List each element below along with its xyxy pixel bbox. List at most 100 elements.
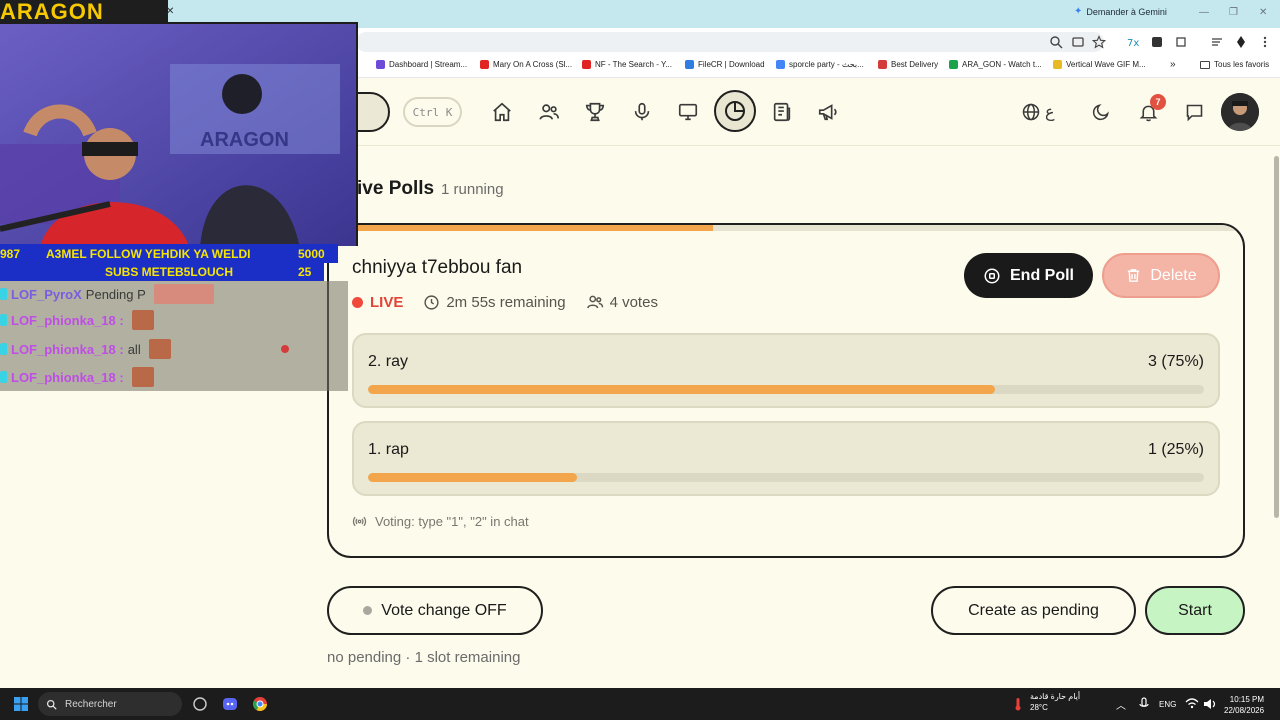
users-icon[interactable] bbox=[535, 98, 563, 126]
polls-icon[interactable] bbox=[714, 90, 756, 132]
all-bookmarks-label: Tous les favoris bbox=[1214, 60, 1270, 69]
moon-icon[interactable] bbox=[1087, 98, 1115, 126]
windows-start-icon[interactable] bbox=[13, 696, 29, 712]
chat-message: LOF_phionka_18 : bbox=[0, 307, 348, 333]
chevron-up-icon[interactable]: ︿ bbox=[1116, 697, 1132, 713]
url-field[interactable] bbox=[356, 32, 1104, 52]
chat-overlap-text: all bbox=[127, 341, 141, 357]
delete-button[interactable]: Delete bbox=[1102, 253, 1220, 298]
poll-time-progress-fill bbox=[329, 225, 713, 231]
taskbar-clock[interactable]: 10:15 PM 22/08/2026 bbox=[1224, 694, 1264, 716]
bookmark-item[interactable]: sporcle party - بحث... bbox=[776, 60, 864, 69]
bookmark-item[interactable]: FileCR | Download bbox=[685, 60, 765, 69]
monitor-icon[interactable] bbox=[674, 98, 702, 126]
microphone-icon[interactable] bbox=[628, 98, 656, 126]
thermometer-icon bbox=[1015, 698, 1021, 711]
voting-hint-text: Voting: type "1", "2" in chat bbox=[375, 514, 529, 529]
install-app-icon[interactable] bbox=[1071, 35, 1085, 49]
bookmark-favicon bbox=[582, 60, 591, 69]
news-icon[interactable] bbox=[768, 98, 796, 126]
trash-icon bbox=[1128, 269, 1140, 282]
voting-hint: Voting: type "1", "2" in chat bbox=[352, 514, 529, 529]
webcam-logo-text: ARAGON bbox=[200, 129, 289, 151]
globe-icon bbox=[1022, 103, 1040, 121]
chat-overlap-text: Pending P bbox=[85, 286, 146, 302]
option-bar bbox=[368, 385, 1204, 394]
bookmark-item[interactable]: NF - The Search - Y... bbox=[582, 60, 672, 69]
star-icon[interactable] bbox=[1092, 35, 1106, 49]
shortcut-hint[interactable]: Ctrl K bbox=[403, 97, 462, 127]
start-button[interactable]: Start bbox=[1145, 586, 1245, 635]
bookmark-item[interactable]: ARA_GON - Watch t... bbox=[949, 60, 1042, 69]
option-bar-fill bbox=[368, 385, 995, 394]
scrollbar-thumb[interactable] bbox=[1274, 156, 1279, 518]
follow-goal: 5000 bbox=[298, 246, 325, 261]
maximize-icon[interactable]: ❐ bbox=[1229, 7, 1238, 18]
chat-user: LOF_PyroX bbox=[11, 286, 82, 302]
all-bookmarks-button[interactable]: Tous les favoris bbox=[1200, 60, 1269, 69]
megaphone-icon[interactable] bbox=[814, 98, 842, 126]
taskview-icon[interactable] bbox=[192, 696, 208, 712]
bookmark-item[interactable]: Dashboard | Stream... bbox=[376, 60, 467, 69]
bookmark-label: Dashboard | Stream... bbox=[389, 60, 468, 69]
bookmark-label: Best Delivery bbox=[891, 60, 939, 69]
poll-title: chniyya t7ebbou fan bbox=[352, 257, 523, 278]
end-poll-button[interactable]: End Poll bbox=[964, 253, 1093, 298]
ethereum-icon[interactable] bbox=[1234, 35, 1248, 49]
users-icon bbox=[586, 295, 603, 309]
taskbar-search[interactable]: Rechercher bbox=[38, 692, 182, 716]
close-window-icon[interactable]: ✕ bbox=[1259, 7, 1267, 18]
option-bar-fill bbox=[368, 473, 577, 482]
follow-ticker: 987 A3MEL FOLLOW YEHDIK YA WELDI 5000 bbox=[0, 244, 338, 263]
gemini-button[interactable]: ✦ Demander à Gemini bbox=[1074, 6, 1167, 17]
page-title: ive Polls bbox=[357, 178, 435, 199]
media-control-icon[interactable] bbox=[1210, 35, 1224, 49]
chat-icon[interactable] bbox=[1180, 98, 1208, 126]
input-language[interactable]: ENG bbox=[1159, 700, 1176, 709]
vote-change-toggle[interactable]: Vote change OFF bbox=[327, 586, 543, 635]
red-dot bbox=[280, 345, 289, 353]
bookmark-item[interactable]: Best Delivery bbox=[878, 60, 938, 69]
bookmark-item[interactable]: Mary On A Cross (Sl... bbox=[480, 60, 572, 69]
menu-dots-icon[interactable] bbox=[1258, 35, 1272, 49]
home-icon[interactable] bbox=[488, 98, 516, 126]
bookmark-item[interactable]: Vertical Wave GIF M... bbox=[1053, 60, 1146, 69]
delete-label: Delete bbox=[1150, 266, 1197, 284]
discord-icon[interactable] bbox=[222, 696, 238, 712]
live-status: LIVE bbox=[370, 293, 404, 311]
vote-change-label: Vote change OFF bbox=[381, 601, 507, 619]
minimize-icon[interactable]: — bbox=[1199, 7, 1209, 18]
extension-box-icon[interactable] bbox=[1150, 35, 1164, 49]
weather-temperature: 28°C bbox=[1030, 703, 1048, 712]
bookmark-favicon bbox=[376, 60, 385, 69]
volume-icon[interactable] bbox=[1202, 696, 1218, 712]
create-pending-button[interactable]: Create as pending bbox=[931, 586, 1136, 635]
search-icon bbox=[46, 699, 57, 710]
stream-chat-overlay: LOF_PyroX Pending P LOF_phionka_18 : LOF… bbox=[0, 281, 348, 391]
option-label: 2. ray bbox=[368, 353, 409, 370]
bookmarks-more-button[interactable]: » bbox=[1170, 59, 1176, 70]
chat-message: LOF_PyroX Pending P bbox=[0, 281, 348, 307]
chat-emote bbox=[153, 284, 214, 304]
puzzle-icon[interactable] bbox=[1174, 35, 1188, 49]
microphone-icon[interactable] bbox=[1136, 696, 1152, 712]
trophy-icon[interactable] bbox=[581, 98, 609, 126]
stop-circle-icon bbox=[984, 268, 1000, 283]
weather-widget[interactable]: أيام حارة قادمة 28°C bbox=[1030, 691, 1080, 713]
webcam-scene bbox=[0, 24, 356, 246]
bookmark-favicon bbox=[878, 60, 887, 69]
chrome-icon[interactable] bbox=[252, 696, 268, 712]
end-poll-label: End Poll bbox=[1010, 266, 1074, 284]
webcam-overlay: ARAGON bbox=[0, 22, 358, 246]
avatar[interactable] bbox=[1221, 93, 1259, 131]
wifi-icon[interactable] bbox=[1184, 696, 1200, 712]
extension-icon[interactable]: 7x bbox=[1126, 35, 1140, 49]
language-switcher[interactable]: ع bbox=[1021, 98, 1063, 126]
sparkle-icon: ✦ bbox=[1074, 6, 1083, 17]
bookmarks-bar: Dashboard | Stream... Mary On A Cross (S… bbox=[356, 56, 1280, 78]
chat-user: LOF_phionka_18 : bbox=[11, 341, 124, 357]
close-icon[interactable]: ✕ bbox=[166, 6, 174, 17]
broadcast-icon bbox=[352, 516, 367, 527]
zoom-icon[interactable] bbox=[1049, 35, 1063, 49]
follower-count: 987 bbox=[0, 246, 21, 261]
